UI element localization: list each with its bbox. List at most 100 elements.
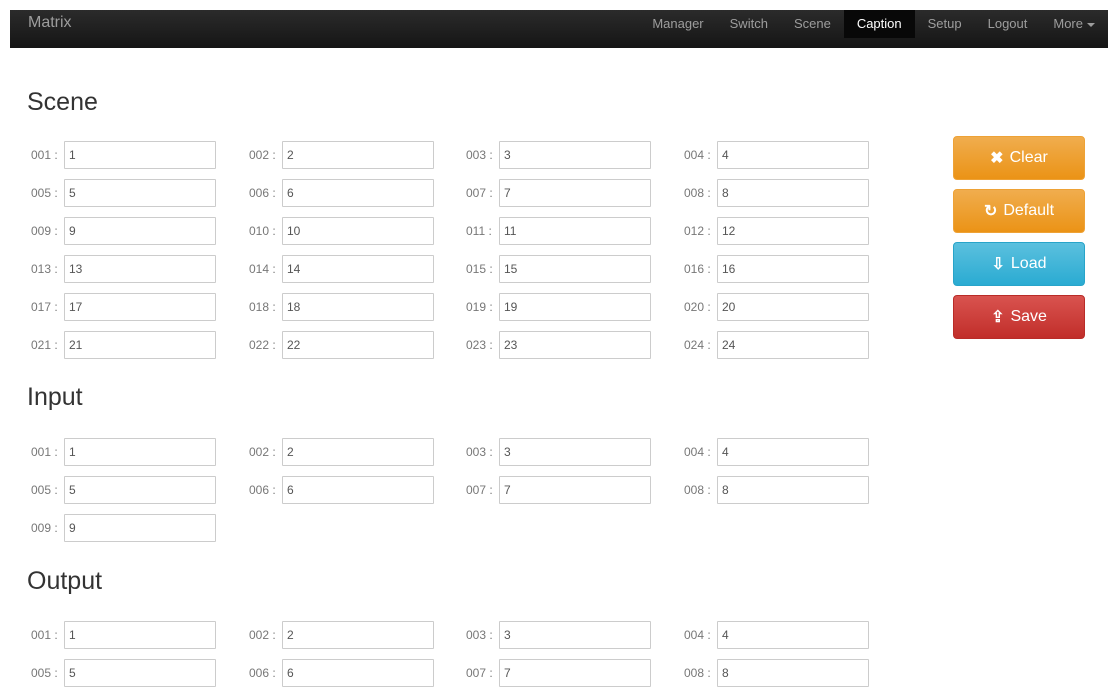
caption-field: 003 :: [466, 141, 651, 169]
brand-logo[interactable]: Matrix: [28, 10, 72, 36]
load-icon: ⇩: [991, 256, 1005, 273]
caption-input[interactable]: [282, 293, 434, 321]
caption-input[interactable]: [717, 141, 869, 169]
caption-field: 004 :: [684, 621, 869, 649]
caption-field-label: 004 :: [684, 148, 711, 162]
caption-input[interactable]: [499, 293, 651, 321]
caption-input[interactable]: [282, 217, 434, 245]
caption-field-label: 005 :: [31, 186, 58, 200]
load-button[interactable]: ⇩ Load: [953, 242, 1085, 286]
caption-input[interactable]: [64, 514, 216, 542]
caption-field-label: 013 :: [31, 262, 58, 276]
caption-input[interactable]: [64, 141, 216, 169]
nav-item-scene[interactable]: Scene: [781, 10, 844, 38]
caption-input[interactable]: [282, 476, 434, 504]
caption-input[interactable]: [64, 438, 216, 466]
caption-input[interactable]: [499, 141, 651, 169]
caption-input[interactable]: [717, 438, 869, 466]
nav-item-more[interactable]: More: [1040, 10, 1108, 38]
caption-field-label: 007 :: [466, 666, 493, 680]
caption-input[interactable]: [717, 293, 869, 321]
caption-field: 006 :: [249, 476, 434, 504]
caption-field-label: 001 :: [31, 148, 58, 162]
caption-field-label: 002 :: [249, 628, 276, 642]
caption-input[interactable]: [64, 217, 216, 245]
caption-input[interactable]: [717, 179, 869, 207]
caption-input[interactable]: [282, 659, 434, 687]
nav-item-setup[interactable]: Setup: [915, 10, 975, 38]
caption-field: 002 :: [249, 141, 434, 169]
caption-input[interactable]: [499, 217, 651, 245]
caption-field-label: 009 :: [31, 521, 58, 535]
caption-field: 010 :: [249, 217, 434, 245]
caption-input[interactable]: [282, 438, 434, 466]
caption-field: 006 :: [249, 659, 434, 687]
caption-input[interactable]: [499, 255, 651, 283]
caption-field-label: 021 :: [31, 338, 58, 352]
save-button[interactable]: ⇪ Save: [953, 295, 1085, 339]
caption-field: 005 :: [31, 179, 216, 207]
nav-menu: Manager Switch Scene Caption Setup Logou…: [639, 10, 1108, 48]
section-title-output: Output: [27, 567, 103, 595]
caption-field-label: 002 :: [249, 445, 276, 459]
caption-input[interactable]: [64, 331, 216, 359]
clear-button[interactable]: ✖ Clear: [953, 136, 1085, 180]
caption-field-label: 004 :: [684, 445, 711, 459]
caption-field-label: 023 :: [466, 338, 493, 352]
caption-input[interactable]: [64, 476, 216, 504]
caption-field-label: 005 :: [31, 483, 58, 497]
caption-field: 005 :: [31, 659, 216, 687]
caption-input[interactable]: [282, 141, 434, 169]
caption-input[interactable]: [499, 438, 651, 466]
caption-input[interactable]: [717, 255, 869, 283]
caption-field: 015 :: [466, 255, 651, 283]
nav-item-manager[interactable]: Manager: [639, 10, 716, 38]
caption-input[interactable]: [282, 621, 434, 649]
nav-item-switch[interactable]: Switch: [717, 10, 781, 38]
caption-input[interactable]: [717, 659, 869, 687]
caption-field: 013 :: [31, 255, 216, 283]
caption-field: 022 :: [249, 331, 434, 359]
caption-input[interactable]: [64, 179, 216, 207]
caption-field: 020 :: [684, 293, 869, 321]
caption-field: 005 :: [31, 476, 216, 504]
caption-field-label: 024 :: [684, 338, 711, 352]
caption-input[interactable]: [499, 621, 651, 649]
caption-field-label: 020 :: [684, 300, 711, 314]
caption-input[interactable]: [499, 179, 651, 207]
caption-field: 007 :: [466, 476, 651, 504]
clear-button-label: Clear: [1009, 149, 1048, 166]
caret-down-icon: [1087, 22, 1095, 27]
caption-field-label: 004 :: [684, 628, 711, 642]
caption-input[interactable]: [282, 255, 434, 283]
caption-field: 009 :: [31, 514, 216, 542]
caption-input[interactable]: [64, 659, 216, 687]
caption-input[interactable]: [717, 217, 869, 245]
caption-field: 003 :: [466, 438, 651, 466]
caption-field: 012 :: [684, 217, 869, 245]
nav-item-logout[interactable]: Logout: [975, 10, 1041, 38]
caption-input[interactable]: [717, 331, 869, 359]
caption-input[interactable]: [499, 659, 651, 687]
caption-field-label: 016 :: [684, 262, 711, 276]
caption-field: 018 :: [249, 293, 434, 321]
caption-field-label: 018 :: [249, 300, 276, 314]
caption-field: 023 :: [466, 331, 651, 359]
caption-field-label: 019 :: [466, 300, 493, 314]
caption-input[interactable]: [64, 293, 216, 321]
caption-field: 003 :: [466, 621, 651, 649]
caption-input[interactable]: [499, 331, 651, 359]
caption-field-label: 001 :: [31, 445, 58, 459]
caption-input[interactable]: [717, 621, 869, 649]
caption-input[interactable]: [282, 179, 434, 207]
caption-field: 004 :: [684, 141, 869, 169]
caption-input[interactable]: [282, 331, 434, 359]
default-button[interactable]: ↻ Default: [953, 189, 1085, 233]
caption-input[interactable]: [717, 476, 869, 504]
caption-input[interactable]: [499, 476, 651, 504]
caption-input[interactable]: [64, 255, 216, 283]
caption-field: 009 :: [31, 217, 216, 245]
caption-input[interactable]: [64, 621, 216, 649]
caption-field-label: 015 :: [466, 262, 493, 276]
nav-item-caption[interactable]: Caption: [843, 10, 915, 38]
